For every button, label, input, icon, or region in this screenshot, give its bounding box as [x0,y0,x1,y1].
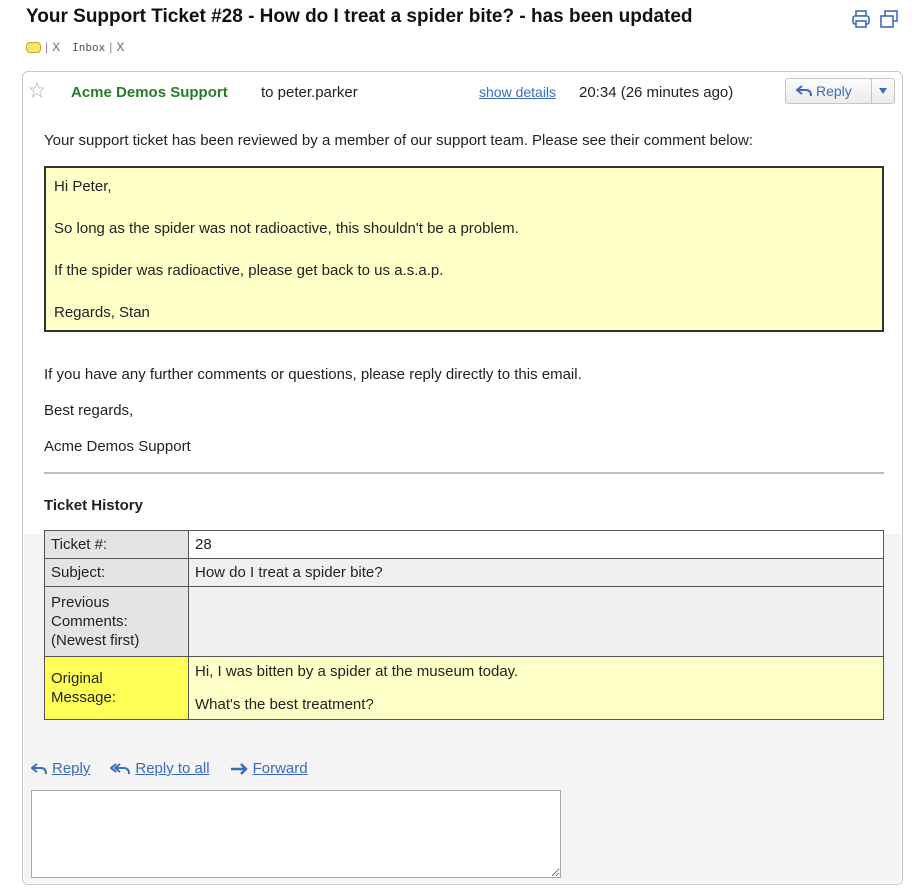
staff-comment: Hi Peter, So long as the spider was not … [44,166,884,332]
ticket-history-title: Ticket History [44,497,143,514]
reply-all-link-label: Reply to all [135,760,210,777]
forward-link[interactable]: Forward [230,760,308,777]
email-subject: Your Support Ticket #28 - How do I treat… [26,6,693,27]
reply-arrow-icon [796,85,812,97]
comment-greeting: Hi Peter, [54,178,112,195]
reply-all-link[interactable]: Reply to all [110,760,210,777]
new-window-icon[interactable] [878,8,900,30]
show-details-link[interactable]: show details [479,84,556,100]
forward-link-label: Forward [252,760,308,777]
reply-link-label: Reply [52,760,91,777]
signature: Acme Demos Support [44,438,191,455]
reply-menu-dropdown[interactable] [872,79,894,103]
subject-value: How do I treat a spider bite? [188,558,884,587]
remove-inbox-label-button[interactable]: X [116,40,124,54]
table-row: Subject: How do I treat a spider bite? [44,558,884,587]
previous-comments-label: Previous Comments: (Newest first) [44,586,189,657]
label-bar: | X Inbox | X [26,40,128,54]
reply-link[interactable]: Reply [31,760,90,777]
original-message-label: Original Message: [44,656,189,720]
chevron-down-icon [879,88,887,94]
comment-line: If the spider was radioactive, please ge… [54,262,444,279]
table-row: Previous Comments: (Newest first) [44,586,884,657]
further-text: If you have any further comments or ques… [44,366,582,383]
previous-comments-value [188,586,884,657]
reply-split-button: Reply [785,78,895,104]
message-actions: Reply Reply to all Forward [31,760,328,777]
recipient: to peter.parker [261,84,358,101]
divider [44,472,884,474]
timestamp: 20:34 (26 minutes ago) [579,84,734,101]
ticket-number-value: 28 [188,530,884,559]
ticket-history-table: Ticket #: 28 Subject: How do I treat a s… [44,530,884,720]
reply-all-icon [110,762,131,774]
best-regards: Best regards, [44,402,134,419]
star-icon[interactable] [29,82,45,98]
sender-name[interactable]: Acme Demos Support [71,84,228,101]
remove-label-button[interactable]: X [52,40,60,54]
reply-textarea[interactable] [31,790,561,878]
message-card: Acme Demos Support to peter.parker show … [22,71,903,885]
subject-label: Subject: [44,558,189,587]
reply-arrow-icon [31,762,47,774]
inbox-label: Inbox [72,40,106,54]
comment-line: So long as the spider was not radioactiv… [54,220,519,237]
intro-text: Your support ticket has been reviewed by… [44,132,753,149]
reply-button[interactable]: Reply [786,79,872,103]
table-row: Ticket #: 28 [44,530,884,559]
ticket-number-label: Ticket #: [44,530,189,559]
print-icon[interactable] [850,8,872,30]
table-row: Original Message: Hi, I was bitten by a … [44,656,884,720]
reply-button-label: Reply [816,83,852,99]
comment-signoff: Regards, Stan [54,304,150,321]
forward-arrow-icon [230,762,248,775]
label-tag-icon [26,41,41,53]
original-message-value: Hi, I was bitten by a spider at the muse… [188,656,884,720]
